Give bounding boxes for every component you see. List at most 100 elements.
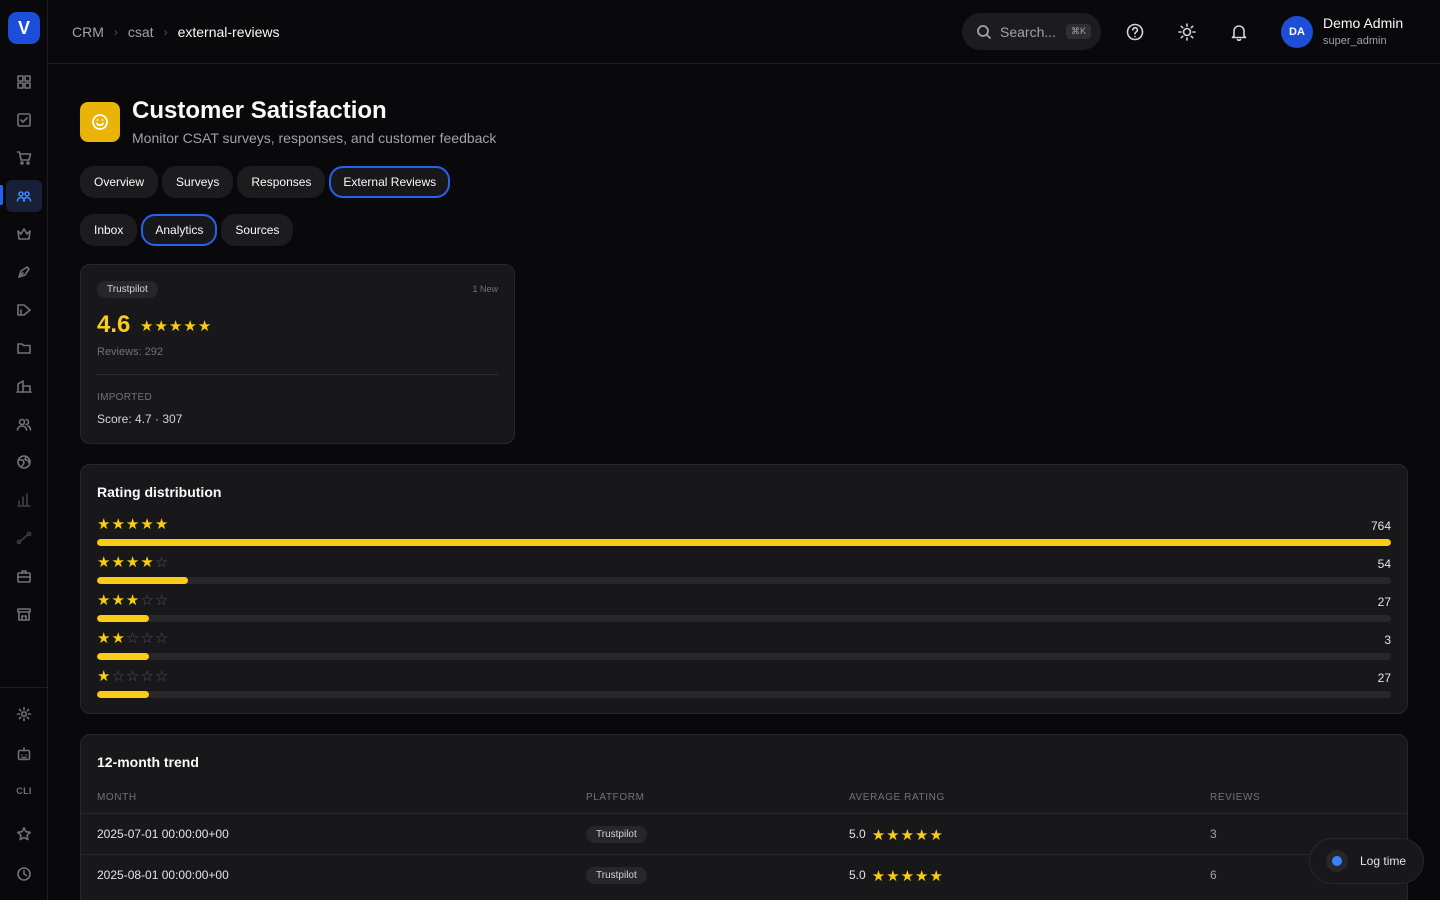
star-empty-icon: ☆ — [111, 668, 125, 685]
table-row[interactable]: 2025-08-01 00:00:00+00 Trustpilot 5.0 ★ ★ ★ ★ ★… — [81, 854, 1407, 895]
tab-external-reviews[interactable]: External Reviews — [329, 166, 451, 198]
row-count: 3 — [1384, 633, 1391, 647]
progress-fill — [97, 615, 149, 622]
cart-icon[interactable] — [12, 146, 36, 170]
route-icon[interactable] — [12, 526, 36, 550]
crown-icon[interactable] — [12, 222, 36, 246]
star-filled-icon: ★ — [97, 668, 111, 685]
folder-icon[interactable] — [12, 336, 36, 360]
chevron-right-icon: › — [163, 25, 168, 39]
breadcrumb-crm[interactable]: CRM — [72, 24, 104, 40]
star-filled-icon: ★ — [871, 868, 886, 885]
users-icon[interactable] — [6, 180, 42, 212]
tab-overview[interactable]: Overview — [80, 166, 159, 198]
star-filled-icon: ★ — [154, 318, 168, 335]
briefcase-icon[interactable] — [12, 564, 36, 588]
log-time-button[interactable]: Log time — [1309, 838, 1424, 884]
settings-icon[interactable] — [12, 702, 36, 726]
megaphone-icon[interactable] — [12, 298, 36, 322]
bell-icon[interactable] — [1229, 22, 1249, 42]
column-header-platform[interactable]: PLATFORM — [586, 792, 645, 803]
star-filled-icon: ★ — [183, 318, 197, 335]
average-score: 4.6 — [97, 311, 131, 338]
subtab-sources[interactable]: Sources — [221, 214, 294, 246]
star-filled-icon: ★ — [915, 827, 929, 844]
sub-tabs: Inbox Analytics Sources — [80, 214, 294, 246]
avatar[interactable]: DA — [1281, 16, 1313, 48]
distribution-row-4-stars: ★ ★ ★ ★ ☆ 54 — [97, 555, 1391, 585]
divider — [97, 374, 498, 375]
row-stars: ★ ★ ★ ☆ ☆ — [97, 593, 168, 608]
star-filled-icon: ★ — [140, 318, 154, 335]
star-filled-icon: ★ — [197, 318, 212, 335]
rating-stars: ★ ★ ★ ★ ★ — [872, 828, 943, 843]
rating-stars: ★ ★ ★ ★ ★ — [872, 869, 943, 884]
app-logo[interactable]: V — [8, 12, 40, 44]
cell-month: 2025-07-01 00:00:00+00 — [97, 827, 229, 841]
team-icon[interactable] — [12, 412, 36, 436]
review-count: Reviews: 292 — [97, 346, 164, 358]
search-input[interactable]: Search... ⌘K — [962, 13, 1101, 50]
progress-fill — [97, 691, 149, 698]
star-filled-icon: ★ — [900, 827, 915, 844]
column-header-month[interactable]: MONTH — [97, 792, 137, 803]
platform-badge: Trustpilot — [586, 826, 647, 843]
star-empty-icon: ☆ — [125, 668, 140, 685]
progress-track — [97, 653, 1391, 660]
distribution-row-5-stars: ★ ★ ★ ★ ★ 764 — [97, 517, 1391, 547]
help-icon[interactable] — [1125, 22, 1145, 42]
column-header-rating[interactable]: AVERAGE RATING — [849, 792, 945, 803]
building-icon[interactable] — [12, 374, 36, 398]
platform-badge: Trustpilot — [586, 867, 647, 884]
active-indicator — [0, 185, 3, 205]
rating-distribution-card: Rating distribution ★ ★ ★ ★ ★ 764 ★ ★ ★ ★ ☆ 54 ★ ★ ★ ☆ ☆… — [80, 464, 1408, 714]
checkbox-icon[interactable] — [12, 108, 36, 132]
star-filled-icon: ★ — [140, 516, 154, 533]
star-filled-icon: ★ — [111, 592, 125, 609]
star-empty-icon: ☆ — [154, 592, 169, 609]
cli-link[interactable]: CLI — [12, 786, 36, 796]
tab-surveys[interactable]: Surveys — [162, 166, 234, 198]
cell-rating: 5.0 ★ ★ ★ ★ ★ — [849, 868, 943, 884]
page-title: Customer Satisfaction — [132, 97, 387, 124]
row-count: 764 — [1370, 519, 1391, 533]
grid-icon[interactable] — [12, 70, 36, 94]
user-name[interactable]: Demo Admin — [1323, 15, 1403, 31]
store-icon[interactable] — [12, 602, 36, 626]
sun-icon[interactable] — [1177, 22, 1197, 42]
cell-month: 2025-08-01 00:00:00+00 — [97, 868, 229, 882]
globe-icon[interactable] — [12, 450, 36, 474]
breadcrumb-csat[interactable]: csat — [128, 24, 154, 40]
cell-reviews: 3 — [1210, 827, 1217, 841]
bot-icon[interactable] — [12, 742, 36, 766]
star-empty-icon: ☆ — [154, 630, 169, 647]
bar-chart-icon[interactable] — [12, 488, 36, 512]
star-empty-icon: ☆ — [154, 668, 169, 685]
star-empty-icon: ☆ — [140, 630, 154, 647]
star-icon[interactable] — [12, 822, 36, 846]
star-filled-icon: ★ — [140, 554, 154, 571]
subtab-inbox[interactable]: Inbox — [80, 214, 138, 246]
table-row[interactable]: 2025-07-01 00:00:00+00 Trustpilot 5.0 ★ ★ ★ ★ ★… — [81, 813, 1407, 854]
user-role: super_admin — [1323, 35, 1387, 47]
timer-icon — [1326, 850, 1348, 872]
tab-responses[interactable]: Responses — [237, 166, 326, 198]
subtab-analytics[interactable]: Analytics — [141, 214, 218, 246]
search-icon — [977, 24, 992, 39]
star-filled-icon: ★ — [929, 827, 943, 844]
star-filled-icon: ★ — [900, 868, 915, 885]
star-filled-icon: ★ — [929, 868, 943, 885]
sidebar-divider — [0, 687, 48, 688]
imported-value: Score: 4.7 · 307 — [97, 412, 183, 426]
pen-icon[interactable] — [12, 260, 36, 284]
row-count: 27 — [1377, 671, 1391, 685]
progress-track — [97, 539, 1391, 546]
star-filled-icon: ★ — [111, 516, 125, 533]
star-filled-icon: ★ — [125, 592, 140, 609]
rating-value: 5.0 — [849, 868, 866, 882]
star-filled-icon: ★ — [871, 827, 886, 844]
chevron-right-icon: › — [113, 25, 118, 39]
clock-icon[interactable] — [12, 862, 36, 886]
column-header-reviews[interactable]: REVIEWS — [1210, 792, 1260, 803]
top-bar: CRM › csat › external-reviews Search... … — [48, 0, 1440, 64]
